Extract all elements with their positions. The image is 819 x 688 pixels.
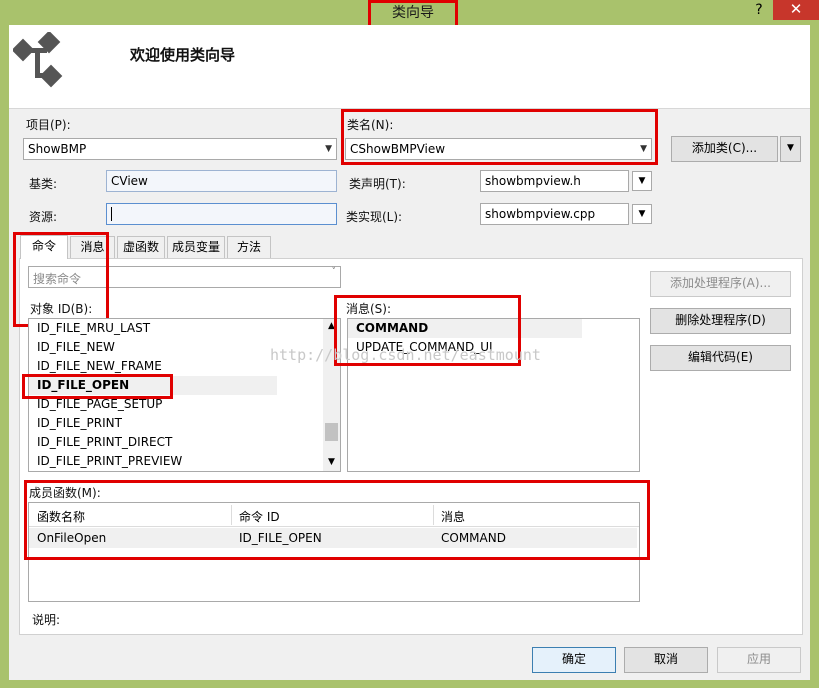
- cancel-button[interactable]: 取消: [624, 647, 708, 673]
- members-highlight-box: [24, 480, 650, 560]
- help-icon[interactable]: ?: [748, 1, 770, 21]
- scroll-thumb[interactable]: [325, 423, 338, 441]
- class-impl-label: 类实现(L):: [346, 210, 403, 224]
- welcome-heading: 欢迎使用类向导: [130, 46, 236, 64]
- project-value: ShowBMP: [28, 142, 87, 156]
- class-decl-label: 类声明(T):: [349, 177, 406, 191]
- text-caret: [111, 207, 112, 221]
- classname-highlight-box: [341, 109, 658, 165]
- class-impl-field[interactable]: showbmpview.cpp: [480, 203, 629, 225]
- edit-code-button[interactable]: 编辑代码(E): [650, 345, 791, 371]
- scroll-down-icon[interactable]: ▼: [323, 457, 340, 467]
- list-item[interactable]: ID_FILE_PRINT_DIRECT: [29, 433, 277, 452]
- list-item[interactable]: ID_FILE_PRINT: [29, 414, 277, 433]
- watermark: http://blog.csdn.net/eastmount: [270, 346, 541, 364]
- tab-virtual-functions[interactable]: 虚函数: [117, 236, 165, 258]
- description-label: 说明:: [32, 613, 61, 627]
- dropdown-arrow-icon: ▼: [325, 144, 332, 154]
- class-decl-dropdown-icon[interactable]: ▼: [632, 171, 652, 191]
- class-decl-value: showbmpview.h: [485, 174, 581, 188]
- project-combo[interactable]: ShowBMP ▼: [23, 138, 337, 160]
- base-label: 基类:: [29, 177, 58, 191]
- ok-button[interactable]: 确定: [532, 647, 616, 673]
- dialog-header: [9, 25, 810, 109]
- apply-button[interactable]: 应用: [717, 647, 801, 673]
- class-impl-value: showbmpview.cpp: [485, 207, 596, 221]
- list-item[interactable]: ID_FILE_NEW: [29, 338, 277, 357]
- close-icon[interactable]: ✕: [773, 0, 819, 20]
- resource-field[interactable]: [106, 203, 337, 225]
- delete-handler-button[interactable]: 删除处理程序(D): [650, 308, 791, 334]
- tab-member-variables[interactable]: 成员变量: [167, 236, 225, 258]
- class-decl-field[interactable]: showbmpview.h: [480, 170, 629, 192]
- object-selected-highlight-box: [22, 374, 173, 399]
- add-class-dropdown-icon[interactable]: ▼: [780, 136, 801, 162]
- add-class-button[interactable]: 添加类(C)...: [671, 136, 778, 162]
- resource-label: 资源:: [29, 210, 58, 224]
- tab-methods[interactable]: 方法: [227, 236, 271, 258]
- add-handler-button[interactable]: 添加处理程序(A)...: [650, 271, 791, 297]
- project-label: 项目(P):: [26, 118, 71, 132]
- search-icon: ˅: [331, 267, 337, 277]
- class-wizard-icon: [13, 32, 63, 88]
- list-item[interactable]: ID_FILE_MRU_LAST: [29, 319, 277, 338]
- base-field: CView: [106, 170, 337, 192]
- class-impl-dropdown-icon[interactable]: ▼: [632, 204, 652, 224]
- command-tab-highlight-box: [13, 232, 109, 327]
- list-item[interactable]: ID_FILE_PRINT_PREVIEW: [29, 452, 277, 471]
